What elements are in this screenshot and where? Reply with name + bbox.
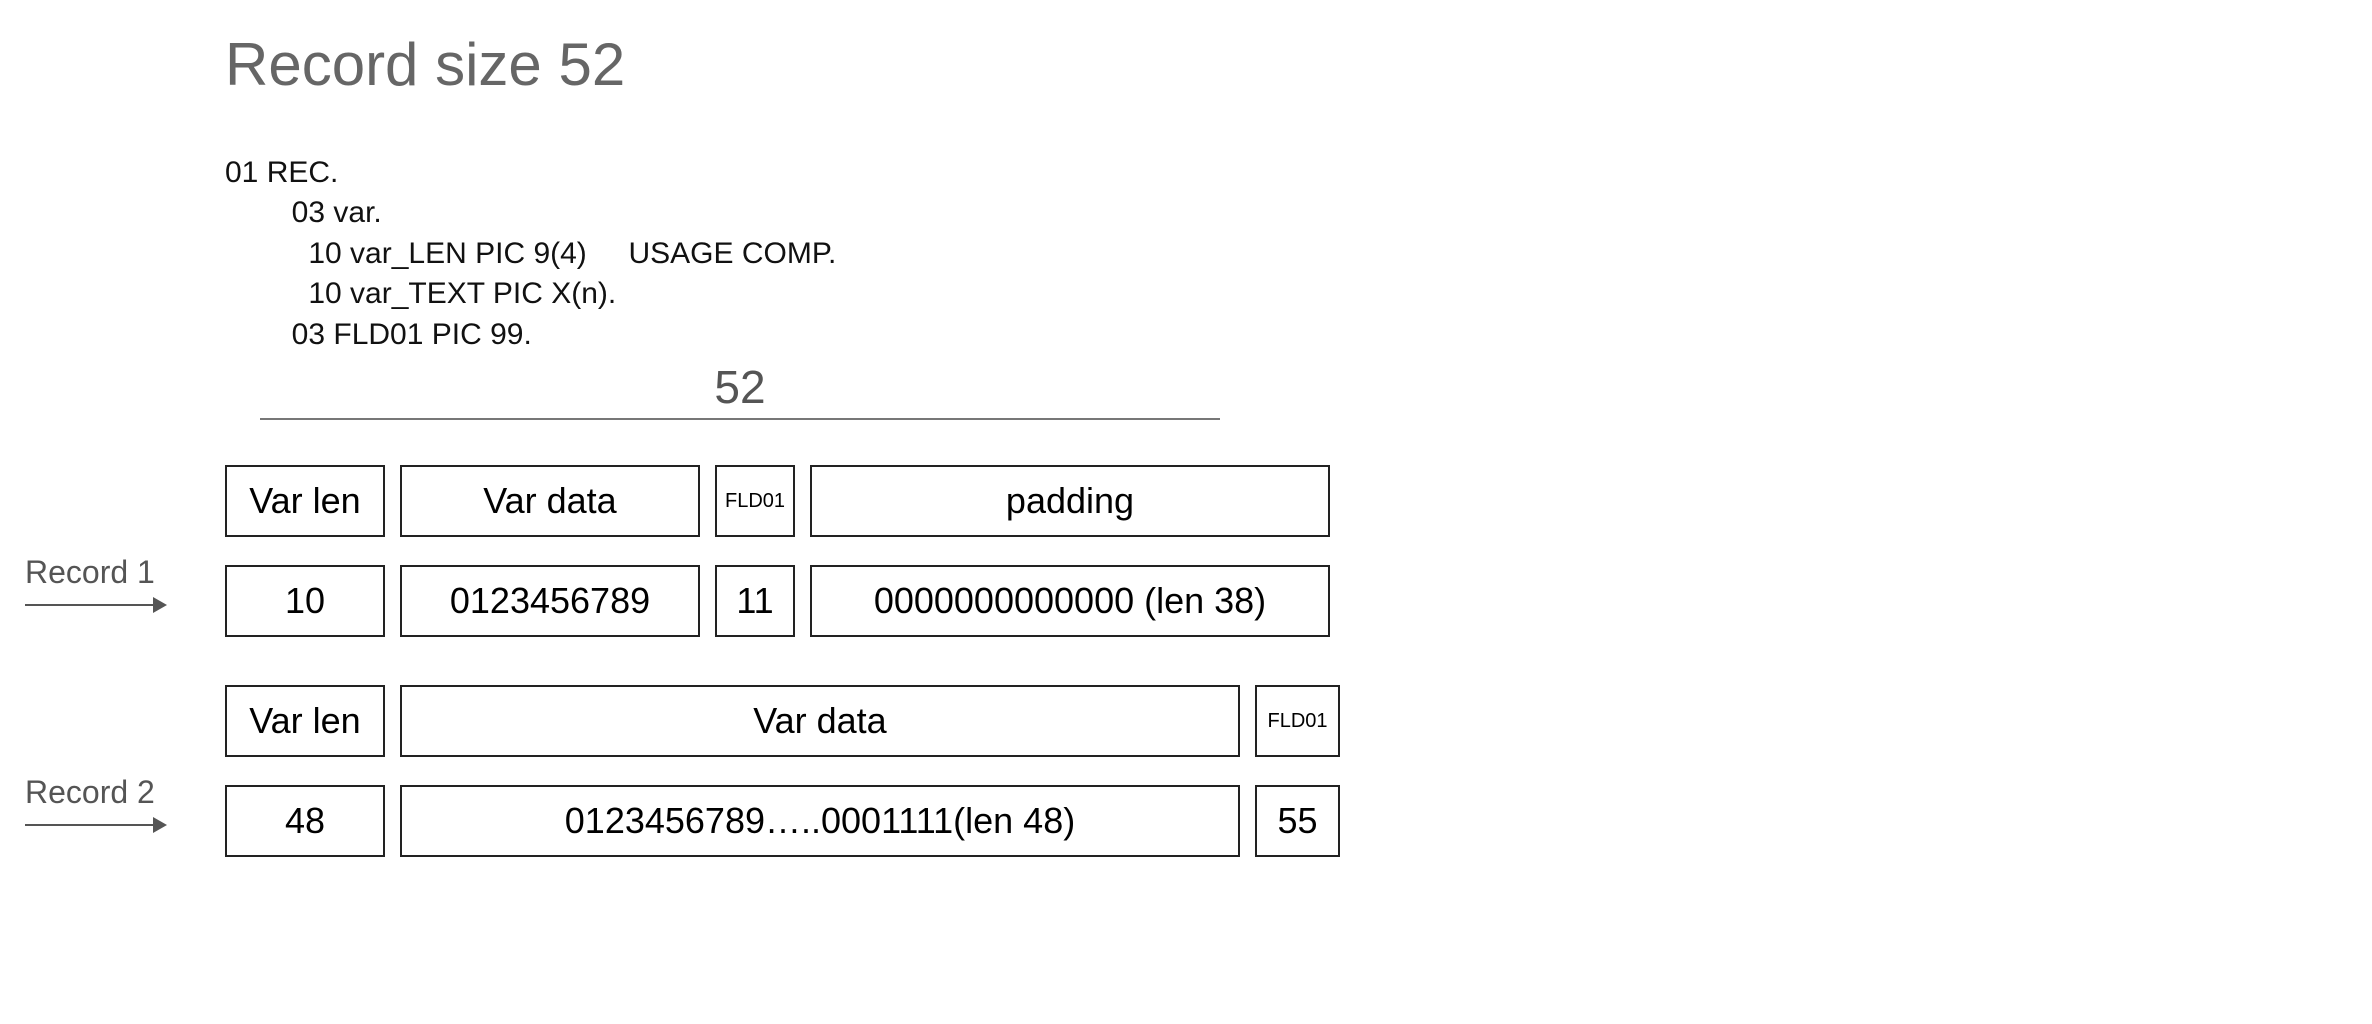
hdr2-vardata: Var data [400,685,1240,757]
hdr2-fld01: FLD01 [1255,685,1340,757]
code-line-1: 01 REC. [225,156,338,189]
record-size-rule [260,418,1220,420]
hdr1-fld01: FLD01 [715,465,795,537]
record1-label: Record 1 [25,590,165,606]
record-size-bar: 52 [260,360,1220,420]
r1-vardata: 0123456789 [400,565,700,637]
r2-vardata: 0123456789…..0001111(len 48) [400,785,1240,857]
record2-label-text: Record 2 [25,774,155,811]
r2-varlen: 48 [225,785,385,857]
r1-padding: 0000000000000 (len 38) [810,565,1330,637]
diagram-canvas: Record size 52 01 REC. 03 var. 10 var_LE… [0,0,2372,1024]
arrow-icon [25,604,165,606]
r1-fld01: 11 [715,565,795,637]
arrow-icon [25,824,165,826]
hdr1-padding: padding [810,465,1330,537]
code-line-4: 10 var_TEXT PIC X(n). [225,277,616,310]
r2-fld01: 55 [1255,785,1340,857]
record1-label-text: Record 1 [25,554,155,591]
code-line-5: 03 FLD01 PIC 99. [225,318,532,351]
cobol-code-block: 01 REC. 03 var. 10 var_LEN PIC 9(4) USAG… [225,112,836,396]
r1-varlen: 10 [225,565,385,637]
hdr2-varlen: Var len [225,685,385,757]
code-line-2: 03 var. [225,196,382,229]
hdr1-varlen: Var len [225,465,385,537]
title: Record size 52 [225,30,625,99]
record-size-value: 52 [260,360,1220,414]
code-line-3: 10 var_LEN PIC 9(4) USAGE COMP. [225,237,836,270]
hdr1-vardata: Var data [400,465,700,537]
record2-label: Record 2 [25,810,165,826]
